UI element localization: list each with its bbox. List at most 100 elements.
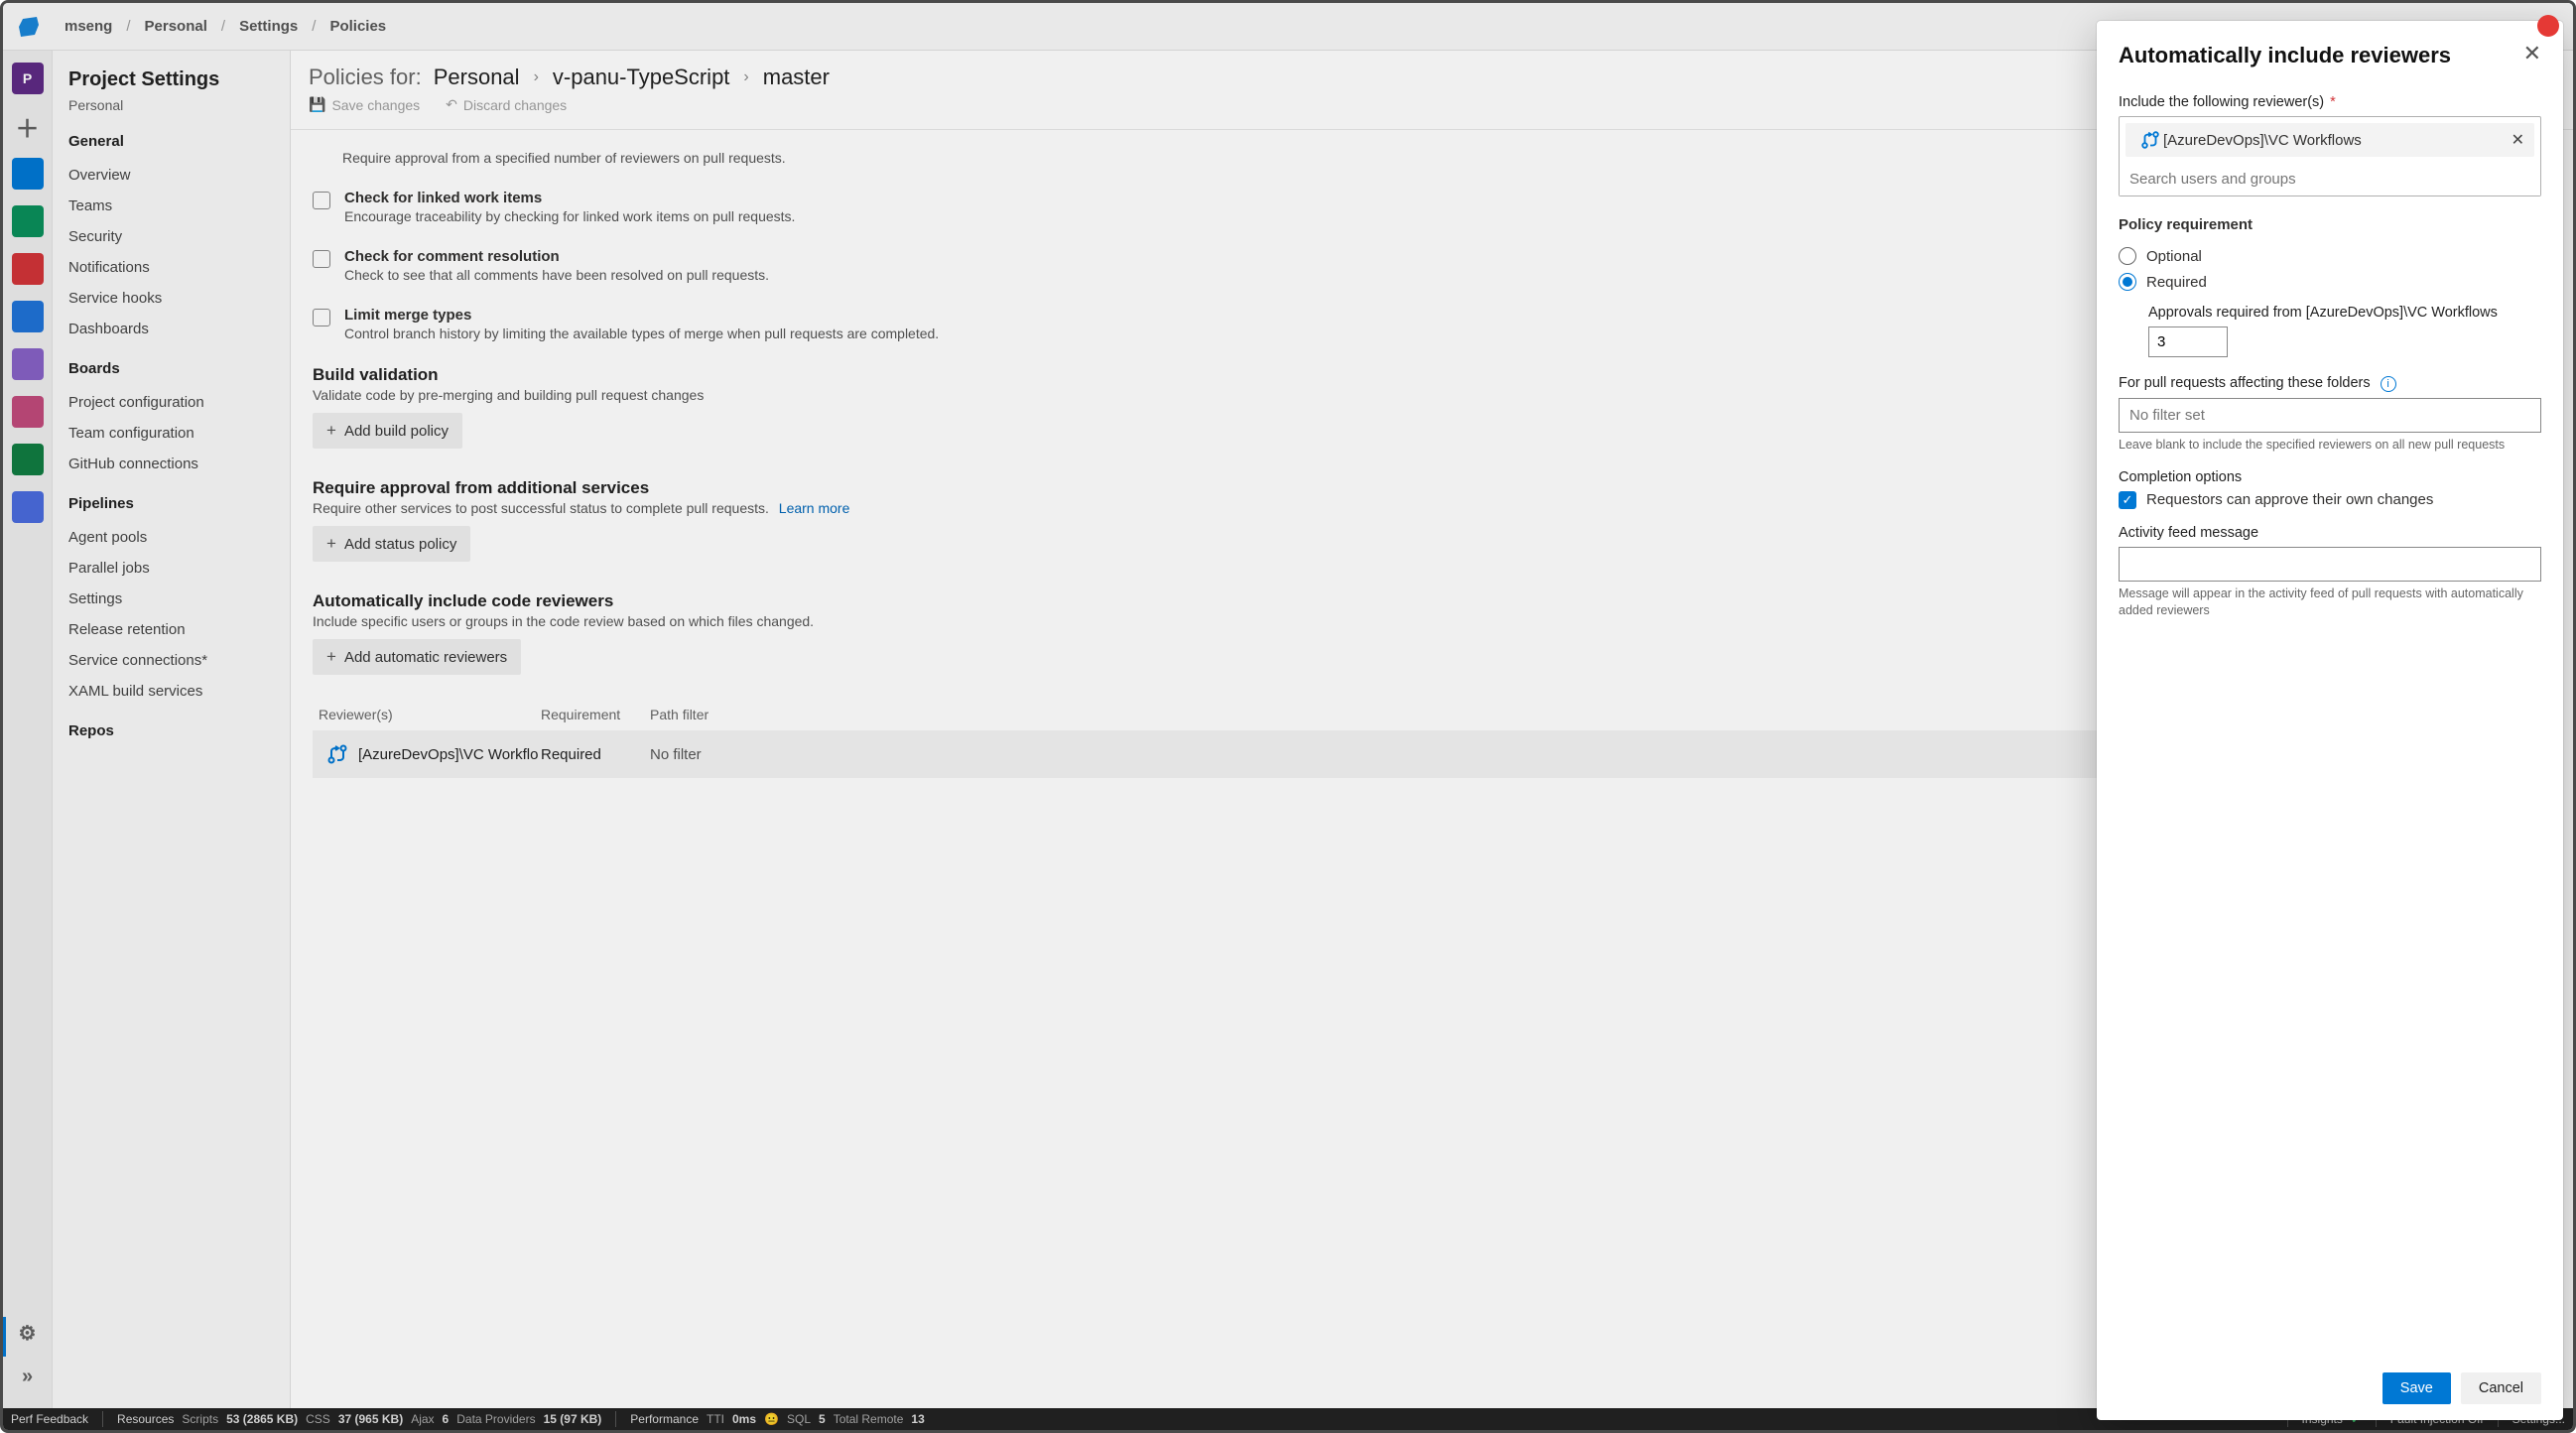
add-status-policy-button[interactable]: Add status policy	[313, 526, 470, 562]
folders-label-text: For pull requests affecting these folder…	[2119, 375, 2371, 391]
sql-label: SQL	[787, 1412, 811, 1426]
performance-label[interactable]: Performance	[630, 1412, 699, 1426]
undo-icon: ↶	[446, 96, 457, 113]
include-reviewers-label: Include the following reviewer(s) *	[2119, 94, 2541, 110]
radio-required[interactable]: Required	[2119, 273, 2541, 291]
rail-collapse-icon[interactable]	[12, 1361, 44, 1392]
reviewer-name: [AzureDevOps]\VC Workflo	[358, 746, 538, 763]
own-changes-checkbox-line[interactable]: ✓ Requestors can approve their own chang…	[2119, 491, 2541, 509]
resources-label[interactable]: Resources	[117, 1412, 174, 1426]
save-changes-button: 💾 Save changes	[309, 96, 420, 113]
rail-item-8[interactable]	[12, 444, 44, 475]
nav-team-config[interactable]: Team configuration	[68, 418, 274, 449]
cancel-button[interactable]: Cancel	[2461, 1372, 2541, 1404]
perf-feedback-link[interactable]: Perf Feedback	[11, 1412, 88, 1426]
rail-item-6[interactable]	[12, 348, 44, 380]
activity-message-input[interactable]	[2119, 547, 2541, 582]
rail-item-5[interactable]	[12, 301, 44, 332]
include-reviewers-label-text: Include the following reviewer(s)	[2119, 94, 2324, 110]
scope-branch[interactable]: master	[759, 65, 834, 90]
policy-desc: Encourage traceability by checking for l…	[344, 208, 795, 224]
breadcrumb-sep: /	[304, 18, 323, 35]
radio-required-label: Required	[2146, 274, 2207, 291]
checkbox-icon[interactable]	[313, 309, 330, 326]
emoji-icon: 😐	[764, 1412, 779, 1426]
nav-github-connections[interactable]: GitHub connections	[68, 449, 274, 479]
additional-services-desc-text: Require other services to post successfu…	[313, 500, 769, 516]
nav-xaml-build[interactable]: XAML build services	[68, 676, 274, 707]
settings-subtitle: Personal	[68, 97, 274, 113]
policies-for-label: Policies for:	[309, 65, 422, 90]
nav-teams[interactable]: Teams	[68, 191, 274, 221]
nav-service-connections[interactable]: Service connections*	[68, 645, 274, 676]
sql-value: 5	[819, 1412, 826, 1426]
css-label: CSS	[306, 1412, 330, 1426]
ajax-label: Ajax	[411, 1412, 434, 1426]
folders-filter-input[interactable]	[2119, 398, 2541, 433]
window-close-dot[interactable]	[2537, 15, 2559, 37]
reviewer-requirement: Required	[541, 746, 650, 763]
radio-optional[interactable]: Optional	[2119, 247, 2541, 265]
own-changes-label: Requestors can approve their own changes	[2146, 491, 2433, 508]
nav-overview[interactable]: Overview	[68, 160, 274, 191]
flyout-close-icon[interactable]: ✕	[2523, 43, 2541, 65]
nav-project-config[interactable]: Project configuration	[68, 387, 274, 418]
pull-request-icon	[2137, 127, 2163, 153]
info-icon[interactable]: i	[2381, 376, 2396, 392]
learn-more-link[interactable]: Learn more	[779, 500, 850, 516]
nav-security[interactable]: Security	[68, 221, 274, 252]
breadcrumb-sep: /	[118, 18, 138, 35]
data-providers-label: Data Providers	[456, 1412, 535, 1426]
rail-item-2[interactable]	[12, 158, 44, 190]
approvals-required-label: Approvals required from [AzureDevOps]\VC…	[2148, 305, 2541, 321]
scope-project[interactable]: Personal	[430, 65, 524, 90]
tti-value: 0ms	[732, 1412, 756, 1426]
completion-options-header: Completion options	[2119, 469, 2541, 485]
rail-item-4[interactable]	[12, 253, 44, 285]
add-build-policy-button[interactable]: Add build policy	[313, 413, 462, 449]
breadcrumb-org[interactable]: mseng	[59, 18, 118, 35]
nav-parallel-jobs[interactable]: Parallel jobs	[68, 553, 274, 584]
col-reviewers: Reviewer(s)	[313, 707, 541, 722]
save-button[interactable]: Save	[2383, 1372, 2451, 1404]
reviewer-search-input[interactable]	[2120, 163, 2540, 195]
rail-item-9[interactable]	[12, 491, 44, 523]
radio-optional-label: Optional	[2146, 248, 2202, 265]
required-asterisk: *	[2330, 94, 2336, 110]
rail-add-icon[interactable]: ＋	[12, 110, 44, 142]
rail-item-3[interactable]	[12, 205, 44, 237]
nav-pipelines-settings[interactable]: Settings	[68, 584, 274, 614]
remove-reviewer-icon[interactable]: ✕	[2508, 130, 2528, 150]
total-remote-label: Total Remote	[834, 1412, 904, 1426]
nav-release-retention[interactable]: Release retention	[68, 614, 274, 645]
reviewer-picker[interactable]: [AzureDevOps]\VC Workflows ✕	[2119, 116, 2541, 196]
radio-icon[interactable]	[2119, 273, 2136, 291]
rail-settings-gear-icon[interactable]	[12, 1317, 44, 1349]
rail-item-7[interactable]	[12, 396, 44, 428]
breadcrumb-project[interactable]: Personal	[139, 18, 213, 35]
scripts-value: 53 (2865 KB)	[226, 1412, 298, 1426]
checkbox-icon[interactable]	[313, 192, 330, 209]
approvals-required-input[interactable]	[2148, 326, 2228, 357]
policy-title: Check for linked work items	[344, 190, 795, 206]
nav-group-pipelines: Pipelines	[68, 495, 274, 512]
scope-repo[interactable]: v-panu-TypeScript	[549, 65, 734, 90]
breadcrumb-policies[interactable]: Policies	[323, 18, 392, 35]
settings-title: Project Settings	[68, 68, 274, 91]
add-auto-reviewers-button[interactable]: Add automatic reviewers	[313, 639, 521, 675]
nav-service-hooks[interactable]: Service hooks	[68, 283, 274, 314]
azure-devops-logo-icon	[17, 15, 41, 39]
checkbox-checked-icon[interactable]: ✓	[2119, 491, 2136, 509]
policy-requirement-header: Policy requirement	[2119, 216, 2541, 233]
checkbox-icon[interactable]	[313, 250, 330, 268]
rail-project-p[interactable]: P	[12, 63, 44, 94]
chevron-right-icon: ›	[524, 68, 549, 86]
nav-dashboards[interactable]: Dashboards	[68, 314, 274, 344]
nav-notifications[interactable]: Notifications	[68, 252, 274, 283]
nav-agent-pools[interactable]: Agent pools	[68, 522, 274, 553]
ajax-value: 6	[443, 1412, 450, 1426]
radio-icon[interactable]	[2119, 247, 2136, 265]
auto-reviewers-flyout: Automatically include reviewers ✕ Includ…	[2097, 21, 2563, 1420]
breadcrumb-settings[interactable]: Settings	[233, 18, 304, 35]
policy-desc: Check to see that all comments have been…	[344, 267, 769, 283]
